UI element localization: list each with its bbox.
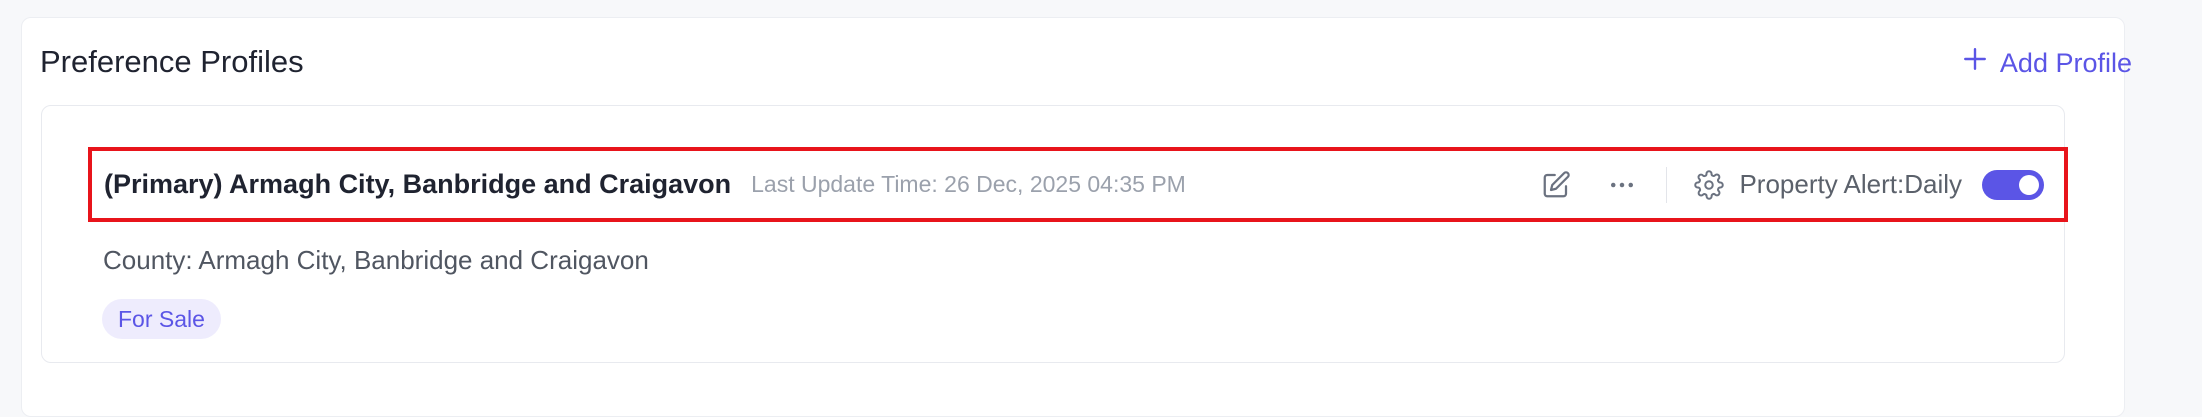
profile-header: (Primary) Armagh City, Banbridge and Cra… bbox=[88, 147, 2068, 222]
add-profile-button[interactable]: Add Profile bbox=[1962, 46, 2132, 79]
county-text: County: Armagh City, Banbridge and Craig… bbox=[103, 245, 649, 275]
add-profile-label: Add Profile bbox=[1999, 47, 2132, 78]
property-alert-label: Property Alert:Daily bbox=[1739, 169, 1962, 199]
for-sale-tag: For Sale bbox=[102, 299, 221, 339]
last-update-time: Last Update Time: 26 Dec, 2025 04:35 PM bbox=[751, 171, 1186, 197]
gear-icon[interactable] bbox=[1689, 165, 1729, 205]
property-alert-toggle[interactable] bbox=[1982, 169, 2044, 200]
divider bbox=[1666, 166, 1668, 203]
toggle-knob bbox=[2019, 174, 2039, 195]
profile-card bbox=[41, 105, 2065, 363]
edit-icon[interactable] bbox=[1536, 165, 1576, 205]
profile-name: (Primary) Armagh City, Banbridge and Cra… bbox=[104, 169, 732, 199]
more-icon[interactable] bbox=[1602, 165, 1642, 205]
panel-title: Preference Profiles bbox=[40, 44, 304, 79]
plus-icon bbox=[1962, 46, 1988, 79]
